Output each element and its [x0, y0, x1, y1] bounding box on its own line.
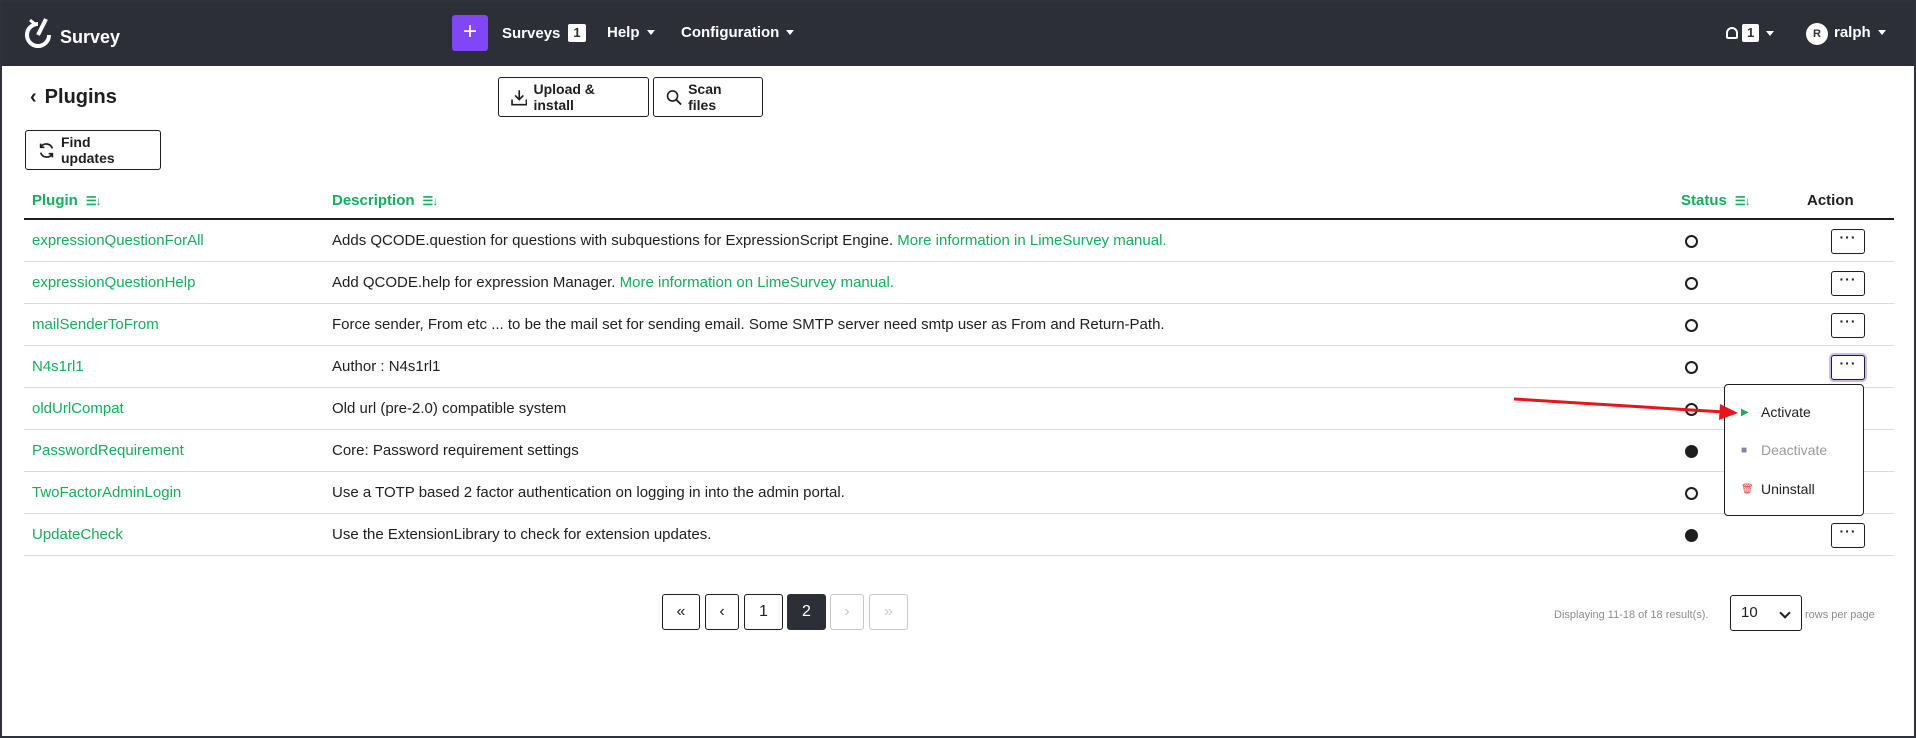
pagination-page-2[interactable]: 2	[787, 594, 826, 630]
results-summary: Displaying 11-18 of 18 result(s).	[1554, 609, 1709, 621]
page-size-select[interactable]: 10	[1730, 595, 1802, 631]
pagination-last: »	[869, 594, 908, 630]
pagination-page-1[interactable]: 1	[744, 594, 783, 630]
pagination-next: ›	[830, 594, 864, 630]
pagination-first[interactable]: «	[662, 594, 700, 630]
pagination-prev[interactable]: ‹	[705, 594, 739, 630]
page-size-value: 10	[1741, 604, 1758, 621]
rows-per-page-label: rows per page	[1805, 609, 1875, 621]
annotation-arrow-icon	[1513, 397, 1738, 420]
chevron-down-icon	[1779, 607, 1791, 619]
